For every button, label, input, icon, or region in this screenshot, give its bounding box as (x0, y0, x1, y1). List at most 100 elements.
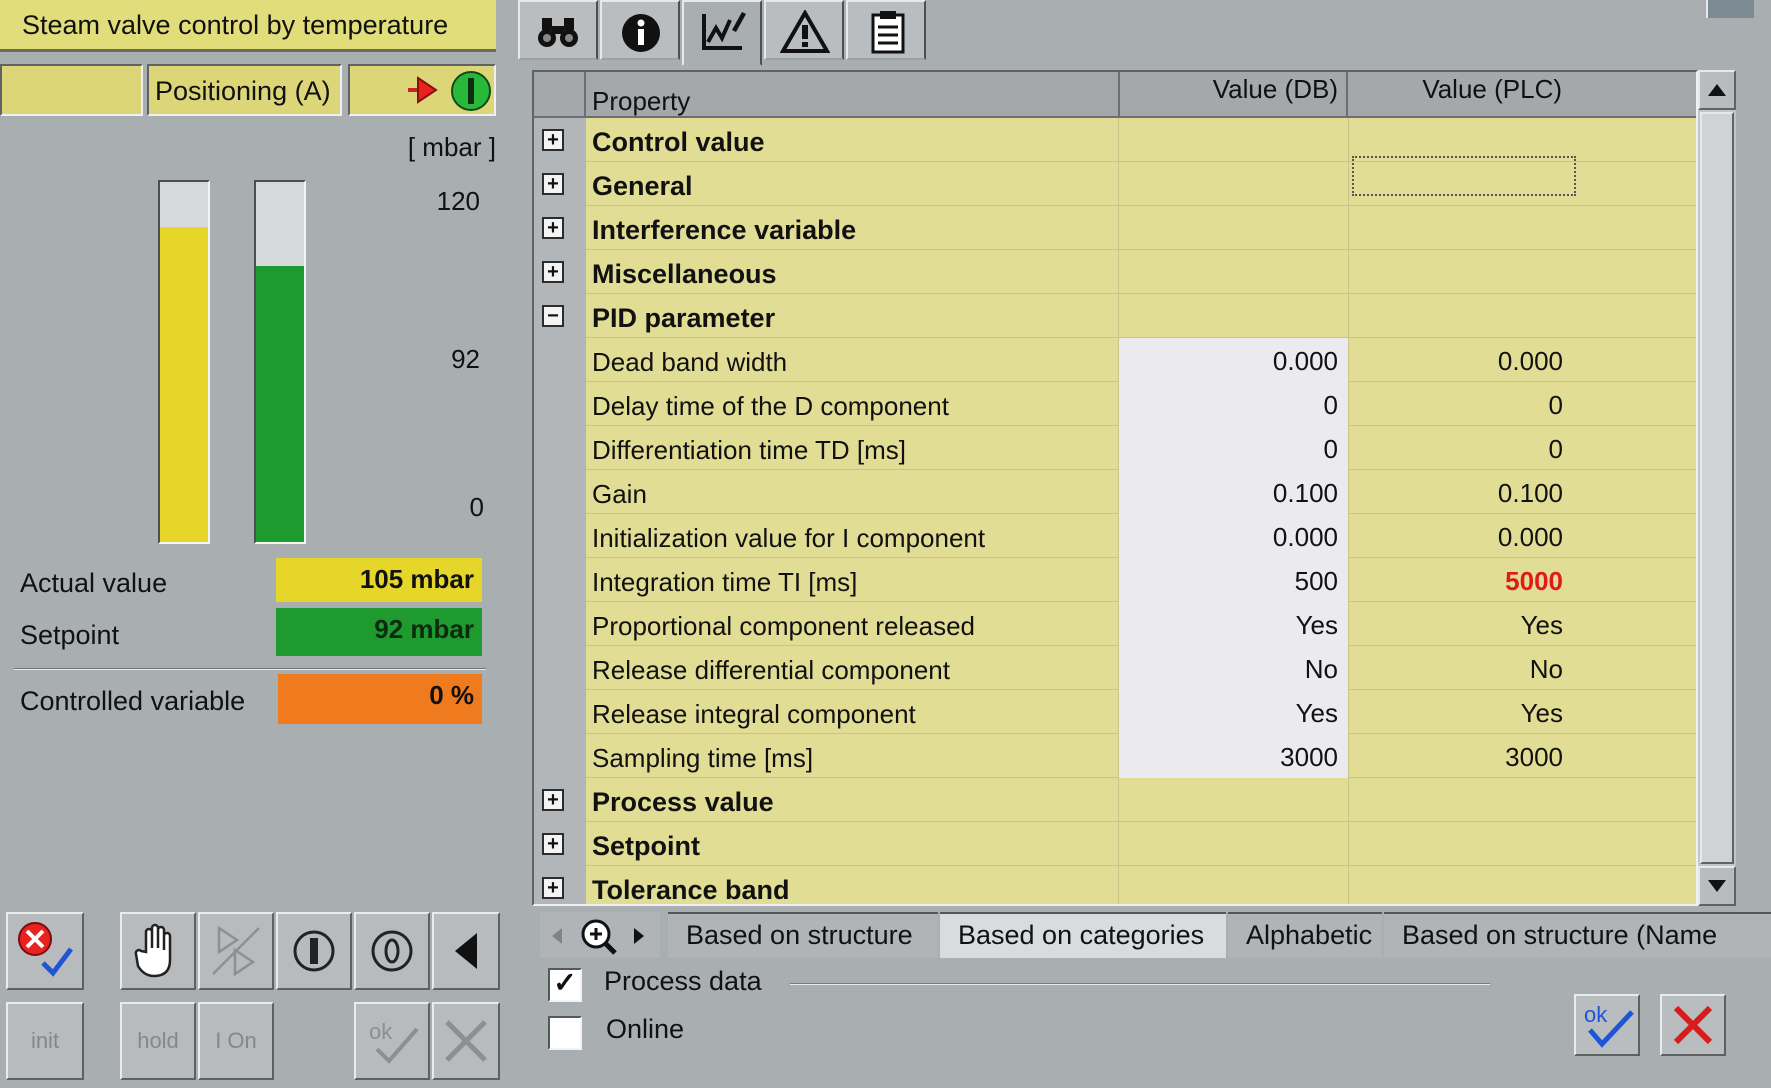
value-db-cell[interactable]: 0.100 (1119, 470, 1348, 514)
expand-icon[interactable]: + (542, 173, 564, 195)
property-row[interactable]: Gain 0.100 0.100 (586, 470, 1696, 514)
property-row[interactable]: Differentiation time TD [ms] 0 0 (586, 426, 1696, 470)
header-value-plc[interactable]: Value (PLC) (1348, 72, 1696, 118)
value-db-cell[interactable]: Yes (1119, 690, 1348, 734)
expand-icon[interactable]: + (542, 833, 564, 855)
tab-based-on-structure[interactable]: Based on structure (668, 912, 938, 958)
i-on-button[interactable]: I On (198, 1002, 274, 1080)
tab-report[interactable] (846, 0, 926, 60)
hold-button[interactable]: hold (120, 1002, 196, 1080)
value-db-cell[interactable]: Yes (1119, 602, 1348, 646)
expand-icon[interactable]: + (542, 129, 564, 151)
value-db-cell[interactable]: 500 (1119, 558, 1348, 602)
dialog-cancel-button[interactable] (1660, 994, 1726, 1056)
zoom-icon (581, 919, 617, 955)
expand-icon[interactable]: + (542, 789, 564, 811)
grid-body: + Control value + General + Interference vari… (534, 118, 1696, 905)
unit-label: [ mbar ] (407, 132, 496, 162)
red-arrow-icon (408, 76, 438, 104)
scroll-up-button[interactable] (1698, 70, 1736, 110)
sort-tabs: Based on structure Based on categories A… (540, 912, 1771, 958)
value-db-cell[interactable]: 0 (1119, 382, 1348, 426)
expand-icon[interactable]: + (542, 217, 564, 239)
category-row[interactable]: + Interference variable (542, 206, 1696, 250)
acknowledge-button[interactable] (6, 912, 84, 990)
automatic-mode-button[interactable] (198, 912, 274, 990)
category-row[interactable]: + Tolerance band (542, 866, 1696, 905)
mode-spacer (0, 64, 143, 116)
tab-search[interactable] (518, 0, 598, 60)
setpoint-bar-fill (256, 266, 304, 542)
setpoint-display[interactable]: 92 mbar (276, 608, 482, 656)
power-on-icon (293, 930, 335, 972)
header-value-db[interactable]: Value (DB) (1120, 72, 1348, 118)
on-button[interactable] (276, 912, 352, 990)
tab-alphabetic[interactable]: Alphabetic (1228, 912, 1382, 958)
triangle-up-icon (1708, 84, 1726, 96)
value-db-cell[interactable]: No (1119, 646, 1348, 690)
property-row[interactable]: Proportional component released Yes Yes (586, 602, 1696, 646)
value-db-cell[interactable]: 0 (1119, 426, 1348, 470)
property-row[interactable]: Integration time TI [ms] 500 5000 (586, 558, 1696, 602)
faceplate-cancel-button[interactable] (432, 1002, 500, 1080)
tab-based-on-categories[interactable]: Based on categories (940, 912, 1226, 958)
process-data-checkbox[interactable]: ✓ (548, 968, 582, 1002)
property-row[interactable]: Dead band width 0.000 0.000 (586, 338, 1696, 382)
operating-mode-field: Positioning (A) (147, 64, 342, 116)
property-row[interactable]: Delay time of the D component 0 0 (586, 382, 1696, 426)
faceplate-title: Steam valve control by temperature (0, 0, 496, 52)
property-row[interactable]: Release differential component No No (586, 646, 1696, 690)
online-checkbox[interactable] (548, 1016, 582, 1050)
grid-scrollbar[interactable] (1698, 70, 1736, 906)
setpoint-bar (254, 180, 306, 544)
arrow-right-icon (634, 928, 644, 944)
close-icon (1673, 1005, 1713, 1045)
property-name: Proportional component released (592, 611, 976, 641)
init-button[interactable]: init (6, 1002, 84, 1080)
process-data-check-mark: ✓ (548, 968, 582, 1002)
arrow-left-icon (552, 928, 562, 944)
value-plc-cell: 3000 (1505, 742, 1563, 772)
header-property[interactable]: Property (586, 72, 1120, 118)
scroll-thumb[interactable] (1700, 112, 1734, 864)
expand-icon[interactable]: + (542, 877, 564, 899)
expand-icon[interactable]: + (542, 261, 564, 283)
scroll-down-button[interactable] (1698, 866, 1736, 906)
category-name: PID parameter (592, 303, 776, 333)
property-row[interactable]: Sampling time [ms] 3000 3000 (586, 734, 1696, 778)
status-icons (348, 64, 496, 116)
category-name: Setpoint (592, 831, 700, 861)
property-row[interactable]: Release integral component Yes Yes (586, 690, 1696, 734)
property-name: Release integral component (592, 699, 916, 729)
category-row[interactable]: + Setpoint (542, 822, 1696, 866)
value-plc-cell: 0.100 (1497, 478, 1563, 508)
value-db-cell[interactable]: 0.000 (1119, 514, 1348, 558)
column-separator (1348, 250, 1349, 294)
dialog-ok-button[interactable]: ok (1574, 994, 1640, 1056)
category-row[interactable]: + Process value (542, 778, 1696, 822)
collapse-panel-button[interactable] (432, 912, 500, 990)
off-button[interactable] (354, 912, 430, 990)
value-db-cell[interactable]: 0.000 (1119, 338, 1348, 382)
column-separator (1118, 118, 1119, 162)
arrow-left-icon (455, 933, 477, 969)
tab-alarms[interactable] (764, 0, 844, 60)
value-plc-cell: 5000 (1505, 566, 1563, 596)
value-plc-cell: 0.000 (1497, 346, 1563, 376)
manual-mode-button[interactable] (120, 912, 196, 990)
category-row[interactable]: + Miscellaneous (542, 250, 1696, 294)
auto-mode-icon (212, 925, 260, 977)
property-row[interactable]: Initialization value for I component 0.00… (586, 514, 1696, 558)
faceplate-ok-button[interactable]: ok (354, 1002, 430, 1080)
category-name: Tolerance band (592, 875, 790, 905)
tab-nav (540, 912, 660, 958)
tab-based-on-structure-name[interactable]: Based on structure (Name (1384, 912, 1771, 958)
value-plc-cell: 0 (1548, 390, 1563, 420)
value-db-cell[interactable]: 3000 (1119, 734, 1348, 778)
controlled-variable-display[interactable]: 0 % (278, 674, 482, 724)
tab-parameters[interactable] (682, 0, 762, 66)
collapse-icon[interactable]: − (542, 305, 564, 327)
tab-info[interactable] (600, 0, 680, 60)
category-row[interactable]: − PID parameter (542, 294, 1696, 338)
category-name: Process value (592, 787, 774, 817)
